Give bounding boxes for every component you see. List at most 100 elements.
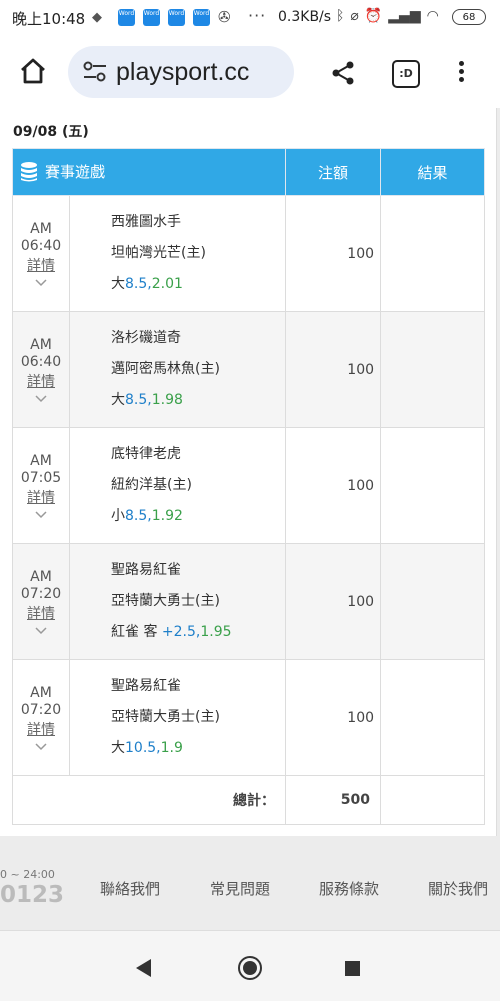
share-icon[interactable] <box>330 60 356 86</box>
url-text[interactable]: playsport.cc <box>116 58 249 87</box>
footer-link-contact[interactable]: 聯絡我們 <box>100 878 160 899</box>
app-notification-icons: Word Word Word Word <box>118 9 210 26</box>
bet-pick: 小8.5,1.92 <box>111 508 183 524</box>
bet-record-card: 09/08 (五) 賽事遊戲 注額 結果 AM 06:40 詳情 西雅圖水手 坦… <box>0 108 497 837</box>
status-time: 晚上10:48 <box>12 10 86 28</box>
time-value: 06:40 <box>20 237 62 254</box>
bluetooth-icon: ᛒ <box>336 8 345 24</box>
browser-toolbar: playsport.cc :D <box>0 36 500 108</box>
total-label: 總計： <box>11 775 287 825</box>
word-app-icon: Word <box>193 9 210 26</box>
chevron-down-icon[interactable] <box>35 394 47 403</box>
system-status-icons: ᛒ ⌀ ⏰ ▂▄▆ ◠ <box>336 8 439 24</box>
pick-prefix: 大 <box>111 392 125 408</box>
bet-time-cell: AM 07:20 詳情 <box>12 659 70 776</box>
home-team: 紐約洋基(主) <box>111 477 192 493</box>
time-ampm: AM <box>30 452 52 469</box>
bet-time-cell: AM 06:40 詳情 <box>12 195 70 312</box>
pick-prefix: 大 <box>111 740 125 756</box>
bet-game-cell: 洛杉磯道奇 邁阿密馬林魚(主) 大8.5,1.98 <box>68 311 287 428</box>
bet-game-cell: 底特律老虎 紐約洋基(主) 小8.5,1.92 <box>68 427 287 544</box>
total-value: 500 <box>285 775 382 825</box>
bet-game-cell: 聖路易紅雀 亞特蘭大勇士(主) 紅雀 客 +2.5,1.95 <box>68 543 287 660</box>
bet-game-cell: 西雅圖水手 坦帕灣光芒(主) 大8.5,2.01 <box>68 195 287 312</box>
address-bar[interactable]: playsport.cc <box>68 46 294 98</box>
footer-link-terms[interactable]: 服務條款 <box>319 878 379 899</box>
detail-link[interactable]: 詳情 <box>14 722 68 739</box>
pick-odds: 1.9 <box>160 740 183 756</box>
back-icon[interactable] <box>136 959 151 977</box>
header-result: 結果 <box>380 148 486 196</box>
table-row: AM 06:40 詳情 西雅圖水手 坦帕灣光芒(主) 大8.5,2.01 100 <box>12 195 486 312</box>
detail-link[interactable]: 詳情 <box>14 374 68 391</box>
detail-link[interactable]: 詳情 <box>14 606 68 623</box>
bet-time-cell: AM 06:40 詳情 <box>12 311 70 428</box>
word-app-icon: Word <box>168 9 185 26</box>
footer-link-about[interactable]: 關於我們 <box>428 878 488 899</box>
bet-pick: 紅雀 客 +2.5,1.95 <box>111 624 232 640</box>
detail-link[interactable]: 詳情 <box>14 490 68 507</box>
pick-line: 8.5 <box>125 276 148 292</box>
home-team: 坦帕灣光芒(主) <box>111 245 206 261</box>
word-app-icon: Word <box>143 9 160 26</box>
system-nav-bar <box>0 930 500 1001</box>
detail-link[interactable]: 詳情 <box>14 258 68 275</box>
pick-odds: 1.95 <box>200 624 232 640</box>
total-result <box>380 775 486 825</box>
service-hours: 0 ~ 24:00 <box>0 868 55 881</box>
time-ampm: AM <box>30 220 52 237</box>
bet-pick: 大8.5,1.98 <box>111 392 183 408</box>
away-team: 西雅圖水手 <box>111 214 181 230</box>
bet-date: 09/08 (五) <box>13 124 89 140</box>
bet-time-cell: AM 07:05 詳情 <box>12 427 70 544</box>
network-speed: 0.3KB/s <box>278 9 332 25</box>
pick-line: 8.5 <box>125 392 148 408</box>
time-ampm: AM <box>30 336 52 353</box>
header-game-label: 賽事遊戲 <box>45 162 106 181</box>
time-ampm: AM <box>30 684 52 701</box>
battery-icon: 68 <box>452 9 486 25</box>
alarm-icon: ⏰ <box>364 8 383 24</box>
bet-amount: 100 <box>285 659 382 776</box>
header-game: 賽事遊戲 <box>11 148 287 196</box>
table-row: AM 07:20 詳情 聖路易紅雀 亞特蘭大勇士(主) 紅雀 客 +2.5,1.… <box>12 543 486 660</box>
time-value: 07:05 <box>20 469 62 486</box>
bet-amount: 100 <box>285 543 382 660</box>
aperture-icon: ✇ <box>218 8 231 26</box>
tab-switcher-button[interactable]: :D <box>392 60 420 88</box>
chevron-down-icon[interactable] <box>35 742 47 751</box>
recent-apps-icon[interactable] <box>345 961 360 976</box>
bet-amount: 100 <box>285 427 382 544</box>
bet-game-cell: 聖路易紅雀 亞特蘭大勇士(主) 大10.5,1.9 <box>68 659 287 776</box>
more-notifications-icon: ··· <box>248 6 267 25</box>
pick-prefix: 小 <box>111 508 125 524</box>
table-header-row: 賽事遊戲 注額 結果 <box>11 148 486 196</box>
footer-link-faq[interactable]: 常見問題 <box>210 878 270 899</box>
more-menu-icon[interactable] <box>456 58 466 88</box>
bet-table: 賽事遊戲 注額 結果 AM 06:40 詳情 西雅圖水手 坦帕灣光芒(主) 大8… <box>11 148 486 825</box>
home-team: 亞特蘭大勇士(主) <box>111 593 220 609</box>
time-value: 07:20 <box>20 585 62 602</box>
bet-result <box>380 195 486 312</box>
bet-pick: 大8.5,2.01 <box>111 276 183 292</box>
fish-notification-icon: ◆ <box>92 10 102 25</box>
chevron-down-icon[interactable] <box>35 278 47 287</box>
table-row: AM 06:40 詳情 洛杉磯道奇 邁阿密馬林魚(主) 大8.5,1.98 10… <box>12 311 486 428</box>
wifi-icon: ◠ <box>426 8 439 24</box>
chevron-down-icon[interactable] <box>35 626 47 635</box>
bet-result <box>380 427 486 544</box>
away-team: 聖路易紅雀 <box>111 562 181 578</box>
site-settings-icon[interactable] <box>82 60 108 84</box>
table-row: AM 07:05 詳情 底特律老虎 紐約洋基(主) 小8.5,1.92 100 <box>12 427 486 544</box>
home-circle-icon[interactable] <box>238 956 262 980</box>
pick-line: 10.5 <box>125 740 157 756</box>
header-amount: 注額 <box>285 148 382 196</box>
away-team: 底特律老虎 <box>111 446 181 462</box>
bet-amount: 100 <box>285 195 382 312</box>
mute-icon: ⌀ <box>350 8 359 24</box>
time-value: 07:20 <box>20 701 62 718</box>
bet-result <box>380 659 486 776</box>
home-icon[interactable] <box>18 56 48 86</box>
signal-icon: ▂▄▆ <box>388 8 421 24</box>
chevron-down-icon[interactable] <box>35 510 47 519</box>
